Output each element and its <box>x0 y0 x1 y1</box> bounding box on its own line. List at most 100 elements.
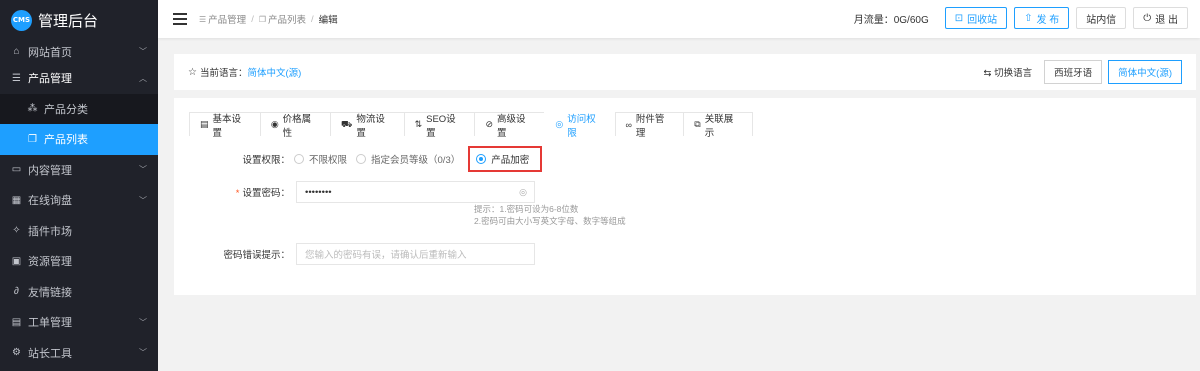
advanced-icon: ⊘ <box>485 119 494 129</box>
category-icon: ⁂ <box>27 103 38 115</box>
chevron-down-icon: ﹀ <box>139 195 147 205</box>
password-hint-2: 2.密码可由大小写英文字母、数字等组成 <box>474 216 626 226</box>
related-icon: ⧉ <box>694 119 701 129</box>
tab-related[interactable]: ⧉ 关联展示 <box>683 112 754 139</box>
breadcrumb-separator: / <box>251 13 254 25</box>
chevron-down-icon: ﹀ <box>139 165 147 175</box>
password-field[interactable]: •••••••• ◎ <box>296 181 535 203</box>
current-language: ☆ 当前语言： 简体中文(源) <box>188 65 302 80</box>
error-message-placeholder: 您输入的密码有误，请确认后重新输入 <box>305 250 467 261</box>
tab-advanced[interactable]: ⊘ 高级设置 <box>474 112 546 139</box>
language-option-chinese[interactable]: 简体中文(源) <box>1108 60 1182 84</box>
star-icon: ☆ <box>188 66 197 78</box>
sidebar-item-label: 插件市场 <box>28 225 72 238</box>
plugin-icon: ✧ <box>12 225 21 237</box>
link-icon: ∂ <box>14 286 19 298</box>
chevron-down-icon: ﹀ <box>139 348 147 358</box>
error-message-label: 密码错误提示： <box>223 250 290 261</box>
recycle-bin-button[interactable]: ⊡ 回收站 <box>944 7 1008 29</box>
highlight-box: 产品加密 <box>468 146 543 172</box>
sidebar-item-home[interactable]: ⌂ 网站首页 ﹀ <box>0 40 158 63</box>
eye-off-icon[interactable]: ◎ <box>519 187 527 198</box>
sidebar-item-resources[interactable]: ▣ 资源管理 <box>0 246 158 277</box>
tab-label: 附件管理 <box>635 113 665 139</box>
permission-label: 设置权限： <box>242 155 290 166</box>
inbox-button[interactable]: 站内信 <box>1076 7 1127 29</box>
sidebar-item-label: 网站首页 <box>28 46 72 59</box>
sidebar-item-product-category[interactable]: ⁂ 产品分类 <box>0 94 158 125</box>
logo[interactable]: CMS 管理后台 <box>0 0 158 40</box>
radio-checked-icon <box>476 154 487 164</box>
password-hint-1: 提示：1.密码可设为6-8位数 <box>474 204 579 214</box>
sidebar-item-label: 产品列表 <box>44 134 88 147</box>
rocket-icon: ⇧ <box>1024 12 1033 24</box>
product-list-icon: ❐ <box>28 133 37 145</box>
sidebar-item-label: 在线询盘 <box>28 195 72 208</box>
doc-icon: ▤ <box>200 119 209 129</box>
tab-label: 访问权限 <box>567 113 596 139</box>
inquiry-icon: ▦ <box>11 194 22 206</box>
tab-bar: ▤ 基本设置 ◉ 价格属性 ⛟ 物流设置 ⇅ SEO设置 ⊘ 高级设置 ◎ 访问权限 ∞ 附件… <box>189 112 754 139</box>
content-icon: ▭ <box>11 164 22 176</box>
chevron-down-icon: ﹀ <box>139 47 147 56</box>
sidebar-item-inquiry[interactable]: ▦ 在线询盘 ﹀ <box>0 185 158 216</box>
password-row: * 设置密码： •••••••• ◎ <box>174 181 535 203</box>
publish-button[interactable]: ⇧ 发 布 <box>1014 7 1070 29</box>
topbar-actions: 月流量：0G/60G ⊡ 回收站 ⇧ 发 布 站内信 ⏻ 退 出 <box>854 7 1188 29</box>
password-value: •••••••• <box>305 186 332 198</box>
breadcrumb-separator: / <box>311 13 314 25</box>
sidebar-item-links[interactable]: ∂ 友情链接 <box>0 277 158 308</box>
home-icon: ⌂ <box>13 46 20 57</box>
chevron-up-icon: ︿ <box>139 73 147 83</box>
sidebar-item-products[interactable]: ☰ 产品管理 ︿ <box>0 63 158 94</box>
product-list-icon: ❐ <box>258 14 266 24</box>
truck-icon: ⛟ <box>340 118 353 129</box>
tab-basic[interactable]: ▤ 基本设置 <box>189 112 261 139</box>
sidebar-item-tickets[interactable]: ▤ 工单管理 ﹀ <box>0 307 158 338</box>
tab-label: SEO设置 <box>426 113 456 139</box>
edit-panel: ▤ 基本设置 ◉ 价格属性 ⛟ 物流设置 ⇅ SEO设置 ⊘ 高级设置 ◎ 访问权限 ∞ 附件… <box>174 98 1196 295</box>
radio-icon <box>294 154 304 164</box>
current-language-value: 简体中文(源) <box>247 68 302 79</box>
tab-seo[interactable]: ⇅ SEO设置 <box>403 112 476 139</box>
logout-button[interactable]: ⏻ 退 出 <box>1133 7 1188 29</box>
tools-icon: ⚙ <box>12 347 21 359</box>
logo-text: 管理后台 <box>38 11 99 30</box>
inbox-label: 站内信 <box>1086 14 1117 26</box>
tab-label: 高级设置 <box>497 113 526 139</box>
chevron-down-icon: ﹀ <box>139 317 147 327</box>
tab-shipping[interactable]: ⛟ 物流设置 <box>329 112 405 139</box>
sidebar-item-plugins[interactable]: ✧ 插件市场 <box>0 216 158 247</box>
breadcrumb: ☰ 产品管理 / ❐ 产品列表 / 编辑 <box>199 12 338 27</box>
tab-price[interactable]: ◉ 价格属性 <box>259 112 331 139</box>
breadcrumb-item[interactable]: 产品管理 <box>208 12 246 26</box>
price-icon: ◉ <box>270 119 279 129</box>
language-option-spanish[interactable]: 西班牙语 <box>1044 60 1103 84</box>
breadcrumb-item[interactable]: 产品列表 <box>268 12 306 26</box>
resource-icon: ▣ <box>11 255 22 267</box>
sidebar-item-product-list[interactable]: ❐ 产品列表 <box>0 124 158 155</box>
permission-option-encrypted[interactable]: 产品加密 <box>476 152 529 166</box>
sidebar-item-content[interactable]: ▭ 内容管理 ﹀ <box>0 155 158 186</box>
permission-row: 设置权限： 不限权限 指定会员等级（0/3） 产品加密 <box>174 146 543 172</box>
sidebar-item-tools[interactable]: ⚙ 站长工具 ﹀ <box>0 338 158 369</box>
error-message-input[interactable]: 您输入的密码有误，请确认后重新输入 <box>296 243 535 265</box>
sidebar: CMS 管理后台 ⌂ 网站首页 ﹀ ☰ 产品管理 ︿ ⁂ 产品分类 ❐ 产品列表… <box>0 0 158 371</box>
sidebar-item-label: 产品管理 <box>28 73 72 86</box>
permission-option-unlimited[interactable]: 不限权限 <box>294 152 347 166</box>
permission-option-member-level[interactable]: 指定会员等级（0/3） <box>356 152 460 166</box>
list-icon: ☰ <box>199 14 207 24</box>
topbar: ☰ 产品管理 / ❐ 产品列表 / 编辑 月流量：0G/60G ⊡ 回收站 ⇧ … <box>158 0 1200 38</box>
recycle-icon: ⊡ <box>954 12 964 24</box>
tab-label: 关联展示 <box>704 113 734 139</box>
sidebar-item-label: 友情链接 <box>28 286 72 299</box>
tab-access[interactable]: ◎ 访问权限 <box>544 112 616 139</box>
radio-label: 指定会员等级（0/3） <box>371 155 461 166</box>
tab-attachments[interactable]: ∞ 附件管理 <box>614 112 685 139</box>
sidebar-item-label: 产品分类 <box>44 103 88 116</box>
language-bar: ☆ 当前语言： 简体中文(源) ⇆ 切换语言 西班牙语 简体中文(源) <box>174 54 1196 90</box>
seo-icon: ⇅ <box>414 119 423 129</box>
password-label: * 设置密码： <box>235 188 290 199</box>
menu-toggle-icon[interactable] <box>173 13 187 25</box>
radio-label: 产品加密 <box>491 155 530 166</box>
